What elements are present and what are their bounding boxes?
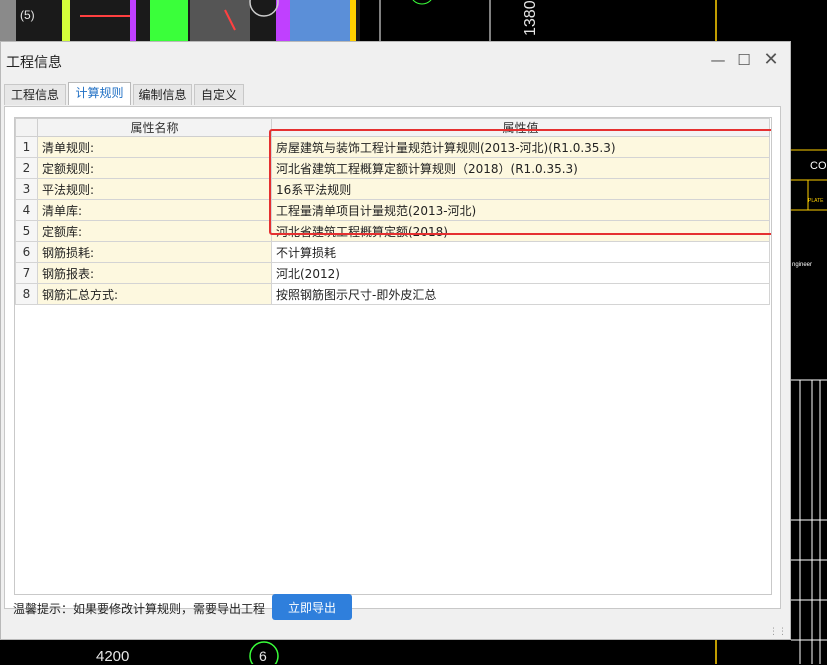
project-info-dialog: 工程信息 — ☐ ✕ 工程信息 计算规则 编制信息 自定义 属性名称 属性值 1… — [0, 41, 791, 640]
bg-title-label: ngineer — [792, 262, 813, 268]
row-index: 2 — [15, 157, 38, 179]
bg-dimension-label: 1380 — [522, 0, 539, 36]
property-value[interactable]: 按照钢筋图示尺寸-即外皮汇总 — [271, 283, 770, 305]
tab-custom[interactable]: 自定义 — [194, 84, 244, 105]
property-value[interactable]: 河北(2012) — [271, 262, 770, 284]
dialog-titlebar[interactable]: 工程信息 — ☐ ✕ — [1, 42, 790, 80]
row-index: 7 — [15, 262, 38, 284]
column-header-name: 属性名称 — [37, 118, 272, 137]
bg-title-label: PLATE — [808, 198, 824, 204]
bg-axis-label: (5) — [20, 8, 35, 22]
row-index: 1 — [15, 136, 38, 158]
property-name: 清单库: — [37, 199, 272, 221]
tab-calculation-rules[interactable]: 计算规则 — [68, 82, 131, 105]
property-name: 钢筋损耗: — [37, 241, 272, 263]
column-header-index — [15, 118, 38, 137]
row-index: 5 — [15, 220, 38, 242]
row-index: 6 — [15, 241, 38, 263]
highlight-annotation-box — [269, 129, 771, 235]
table-row[interactable]: 7 钢筋报表: 河北(2012) — [15, 262, 770, 284]
table-row[interactable]: 8 钢筋汇总方式: 按照钢筋图示尺寸-即外皮汇总 — [15, 283, 770, 305]
table-row[interactable]: 6 钢筋损耗: 不计算损耗 — [15, 241, 770, 263]
export-now-button[interactable]: 立即导出 — [272, 594, 352, 620]
property-grid: 属性名称 属性值 1 清单规则: 房屋建筑与装饰工程计量规范计算规则(2013-… — [14, 117, 772, 595]
row-index: 4 — [15, 199, 38, 221]
property-name: 定额规则: — [37, 157, 272, 179]
property-name: 清单规则: — [37, 136, 272, 158]
property-name: 平法规则: — [37, 178, 272, 200]
row-index: 3 — [15, 178, 38, 200]
hint-text: 温馨提示：如果要修改计算规则，需要导出工程 — [13, 602, 266, 616]
dialog-title: 工程信息 — [6, 55, 62, 71]
row-index: 8 — [15, 283, 38, 305]
close-icon[interactable]: ✕ — [761, 50, 781, 70]
tab-project-info[interactable]: 工程信息 — [4, 84, 66, 105]
property-value[interactable]: 不计算损耗 — [271, 241, 770, 263]
tab-compilation-info[interactable]: 编制信息 — [133, 84, 192, 105]
bg-title-label: COU — [810, 160, 827, 172]
tab-panel: 属性名称 属性值 1 清单规则: 房屋建筑与装饰工程计量规范计算规则(2013-… — [4, 106, 781, 609]
maximize-icon[interactable]: ☐ — [734, 50, 754, 70]
property-name: 钢筋报表: — [37, 262, 272, 284]
bg-dimension-label: 4200 — [96, 648, 130, 665]
bg-axis-label: 6 — [259, 648, 267, 664]
resize-grip-icon[interactable]: ⋮⋮ — [769, 627, 787, 637]
minimize-icon[interactable]: — — [708, 50, 728, 70]
property-name: 定额库: — [37, 220, 272, 242]
property-name: 钢筋汇总方式: — [37, 283, 272, 305]
